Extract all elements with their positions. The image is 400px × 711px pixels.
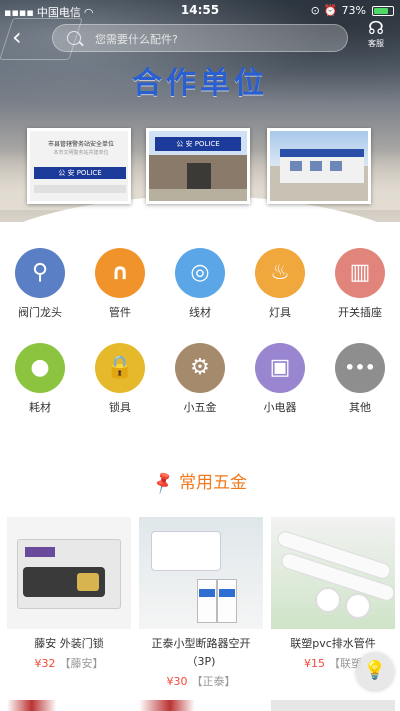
category-item[interactable]: ▣ 小电器 [247, 343, 313, 415]
section-heading: 📌 常用五金 [0, 468, 400, 496]
product-image [139, 517, 263, 629]
hardware-icon: ⚙ [175, 343, 225, 393]
product-price: ¥30 [166, 675, 188, 688]
lock-icon: 🔒 [95, 343, 145, 393]
category-item[interactable]: ••• 其他 [327, 343, 393, 415]
product-card[interactable]: 联塑pvc排水管件 ¥15 【联塑 [271, 517, 395, 671]
partner-photo-3[interactable] [267, 128, 371, 204]
category-label: 小电器 [263, 401, 297, 414]
appliance-icon: ▣ [255, 343, 305, 393]
product-card[interactable] [139, 700, 263, 711]
product-name: 藤安 外装门锁 [34, 637, 104, 650]
partner-photo-1[interactable]: 市县管辖警务站安全单位 本市文明警务站共建单位 公 安 POLICE [27, 128, 131, 204]
category-item[interactable]: ◎ 线材 [167, 248, 233, 320]
category-item[interactable]: ⚲ 阀门龙头 [7, 248, 73, 320]
wire-spool-icon: ◎ [175, 248, 225, 298]
alarm-icon: ⏰ [323, 4, 338, 17]
category-label: 线材 [189, 306, 211, 319]
category-item[interactable]: ▥ 开关插座 [327, 248, 393, 320]
photo-sign-title: 市县管辖警务站安全单位 [47, 141, 114, 148]
lightbulb-icon[interactable]: 💡 [356, 652, 394, 690]
headset-icon: ☊ [368, 18, 384, 39]
category-label: 耗材 [29, 401, 51, 414]
consumables-icon: ● [15, 343, 65, 393]
section-title: 常用五金 [178, 473, 247, 493]
product-card[interactable]: 正泰小型断路器空开（3P) ¥30 【正泰】 [139, 517, 263, 689]
more-icon: ••• [335, 343, 385, 393]
police-sign: 公 安 POLICE [34, 167, 126, 179]
product-card[interactable]: 藤安 外装门锁 ¥32 【藤安】 [7, 517, 131, 671]
product-brand: 【正泰】 [191, 675, 236, 688]
page-title: 合作单位 [132, 66, 268, 101]
category-item[interactable]: ● 耗材 [7, 343, 73, 415]
switch-socket-icon: ▥ [335, 248, 385, 298]
category-item[interactable]: ♨ 灯具 [247, 248, 313, 320]
search-icon [67, 31, 81, 45]
category-item[interactable]: ⚙ 小五金 [167, 343, 233, 415]
back-icon[interactable]: ‹ [12, 25, 36, 50]
service-label: 客服 [368, 39, 384, 48]
category-label: 其他 [349, 401, 371, 414]
category-item[interactable]: ∩ 管件 [87, 248, 153, 320]
partner-photo-2[interactable]: 公 安 POLICE [146, 128, 250, 204]
app-page: ▪▪▪▪ 中国电信 ◠ 14:55 ⊙ ⏰ 73% ‹ 您需要什么配件? ☊ 客… [0, 0, 400, 711]
rotation-lock-icon: ⊙ [310, 4, 320, 17]
category-label: 小五金 [183, 401, 217, 414]
search-placeholder: 您需要什么配件? [95, 33, 178, 46]
category-label: 灯具 [269, 306, 291, 319]
battery-icon [372, 5, 394, 16]
pipe-fitting-icon: ∩ [95, 248, 145, 298]
police-sign: 公 安 POLICE [155, 137, 241, 151]
product-card[interactable] [271, 700, 395, 711]
category-label: 锁具 [109, 401, 131, 414]
battery-percent: 73% [341, 4, 366, 17]
category-label: 开关插座 [338, 306, 382, 319]
product-card[interactable] [7, 700, 131, 711]
customer-service-button[interactable]: ☊ 客服 [362, 20, 390, 52]
category-label: 管件 [109, 306, 131, 319]
product-name: 正泰小型断路器空开（3P) [151, 637, 251, 668]
product-image [7, 517, 131, 629]
status-bar: ▪▪▪▪ 中国电信 ◠ 14:55 ⊙ ⏰ 73% [0, 0, 400, 20]
faucet-icon: ⚲ [15, 248, 65, 298]
category-item[interactable]: 🔒 锁具 [87, 343, 153, 415]
product-price: ¥15 [304, 657, 325, 670]
photo-sign-subtitle: 本市文明警务站共建单位 [53, 150, 109, 156]
pushpin-icon: 📌 [149, 469, 177, 496]
category-label: 阀门龙头 [18, 306, 62, 319]
lamp-icon: ♨ [255, 248, 305, 298]
product-brand: 【藤安】 [59, 657, 104, 670]
product-price: ¥32 [34, 657, 56, 670]
search-input[interactable]: 您需要什么配件? [52, 24, 348, 52]
product-image [271, 517, 395, 629]
product-name: 联塑pvc排水管件 [290, 637, 376, 650]
